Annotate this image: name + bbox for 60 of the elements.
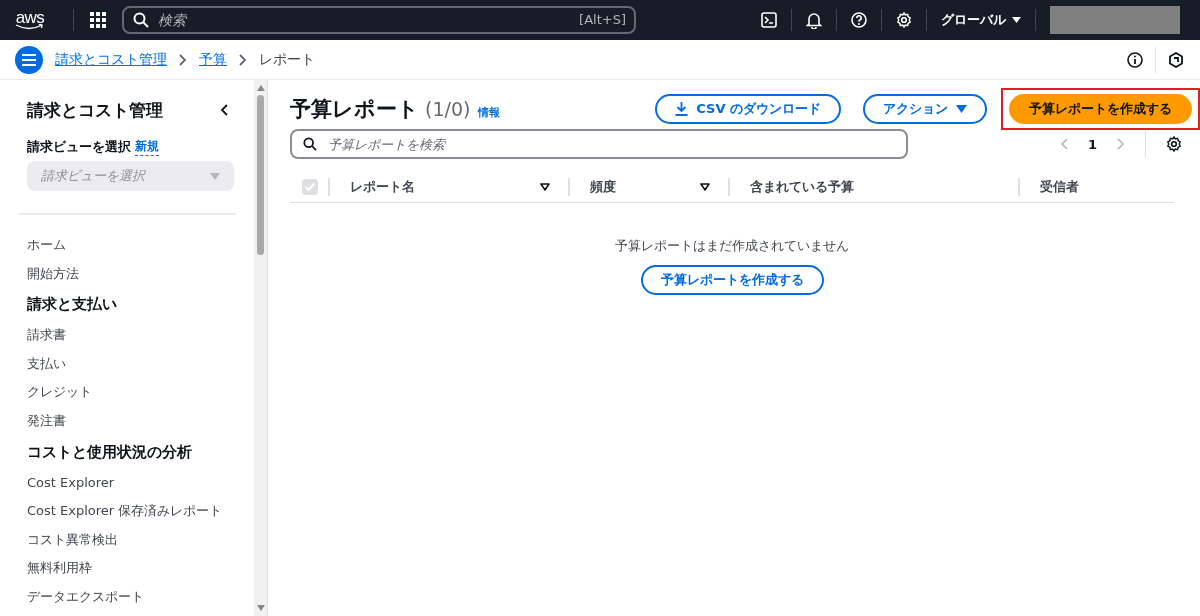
nav-link[interactable]: 無料利用枠 bbox=[27, 554, 254, 583]
nav-section-heading: コストと使用状況の分析 bbox=[27, 441, 193, 463]
breadcrumb-current: レポート bbox=[259, 50, 315, 69]
nav-link[interactable]: コスト異常検出 bbox=[27, 525, 254, 555]
download-csv-button[interactable]: CSV のダウンロード bbox=[655, 94, 841, 124]
hexagon-icon[interactable] bbox=[1168, 51, 1184, 68]
bell-icon[interactable] bbox=[806, 11, 822, 29]
column-header[interactable]: 頻度 bbox=[590, 177, 616, 196]
search-icon bbox=[303, 137, 317, 151]
view-label: 請求ビューを選択 bbox=[27, 138, 131, 156]
page-number[interactable]: 1 bbox=[1087, 136, 1097, 152]
chevron-right-icon bbox=[239, 53, 247, 66]
caret-icon bbox=[956, 105, 967, 113]
nav-link[interactable]: 発注書 bbox=[27, 406, 254, 436]
aws-logo[interactable]: aws bbox=[15, 9, 45, 31]
scrollbar[interactable] bbox=[254, 80, 267, 616]
shortcut-hint: [Alt+S] bbox=[579, 12, 626, 27]
create-report-button[interactable]: 予算レポートを作成する bbox=[640, 265, 824, 295]
nav-link[interactable]: 請求書 bbox=[27, 321, 254, 350]
empty-state-message: 予算レポートはまだ作成されていません bbox=[615, 237, 849, 255]
search-icon bbox=[133, 12, 149, 28]
caret-icon bbox=[210, 172, 220, 180]
help-icon[interactable] bbox=[851, 12, 867, 28]
nav-link[interactable]: 支払い bbox=[27, 349, 254, 379]
new-link[interactable]: 新規 bbox=[135, 138, 159, 156]
terminal-icon[interactable] bbox=[761, 12, 777, 28]
menu-icon bbox=[22, 53, 36, 66]
settings-icon[interactable] bbox=[1166, 136, 1182, 152]
chevron-right-icon bbox=[179, 53, 187, 66]
nav-link[interactable]: Cost Explorer 保存済みレポート bbox=[27, 497, 254, 526]
breadcrumb-link[interactable]: 請求とコスト管理 bbox=[55, 50, 167, 69]
page-title: 予算レポート bbox=[290, 96, 419, 123]
sidebar-title: 請求とコスト管理 bbox=[27, 98, 163, 122]
nav-link[interactable]: 開始方法 bbox=[27, 259, 254, 289]
item-count: (1/0) bbox=[425, 98, 471, 120]
nav-link[interactable]: データエクスポート bbox=[27, 582, 254, 612]
download-icon bbox=[675, 102, 689, 116]
column-header[interactable]: 受信者 bbox=[1040, 177, 1079, 196]
apps-grid-icon[interactable] bbox=[90, 12, 106, 28]
info-link[interactable]: 情報 bbox=[478, 105, 501, 120]
menu-button[interactable] bbox=[15, 45, 43, 74]
nav-section-heading: 請求と支払い bbox=[27, 294, 118, 316]
scroll-up-icon[interactable] bbox=[256, 85, 265, 91]
nav-link[interactable]: クレジット bbox=[27, 378, 254, 407]
caret-icon bbox=[1012, 17, 1021, 23]
region-menu[interactable]: グローバル bbox=[941, 11, 1021, 29]
nav-link[interactable]: Cost Explorer bbox=[27, 468, 254, 498]
scrollbar-thumb[interactable] bbox=[257, 95, 264, 255]
nav-link[interactable]: ホーム bbox=[27, 231, 254, 260]
sort-icon[interactable] bbox=[700, 182, 710, 191]
collapse-icon[interactable] bbox=[220, 104, 228, 116]
search-field[interactable]: 予算レポートを検索 bbox=[290, 129, 908, 159]
info-icon[interactable] bbox=[1127, 51, 1143, 68]
column-header[interactable]: レポート名 bbox=[350, 177, 415, 196]
column-header[interactable]: 含まれている予算 bbox=[750, 177, 854, 196]
create-report-button[interactable]: 予算レポートを作成する bbox=[1009, 94, 1192, 124]
actions-dropdown-button[interactable]: アクション bbox=[863, 94, 987, 124]
sort-icon[interactable] bbox=[540, 182, 550, 191]
breadcrumb-link[interactable]: 予算 bbox=[199, 50, 227, 69]
scroll-down-icon[interactable] bbox=[256, 605, 265, 611]
